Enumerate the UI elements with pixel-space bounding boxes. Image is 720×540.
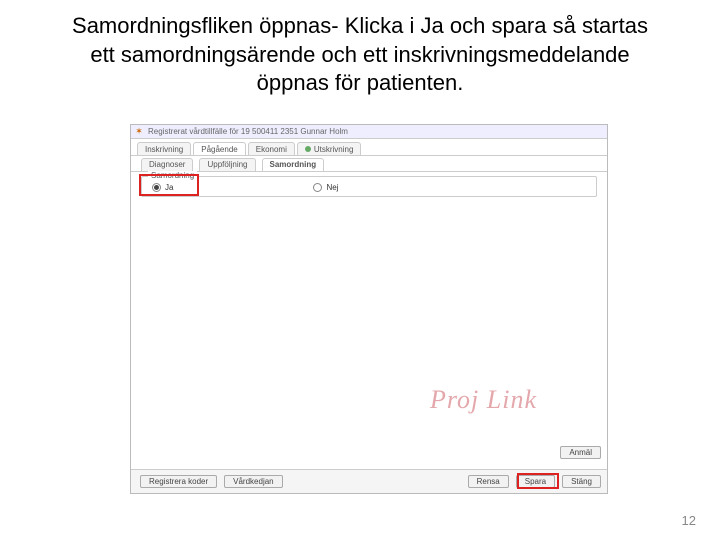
dot-icon xyxy=(305,146,311,152)
slide-title: Samordningsfliken öppnas- Klicka i Ja oc… xyxy=(0,0,720,106)
group-label: Samordning xyxy=(148,171,197,180)
watermark: Proj Link xyxy=(430,385,537,415)
rensa-button[interactable]: Rensa xyxy=(468,475,509,488)
tab-label: Pågående xyxy=(201,145,237,154)
stang-button[interactable]: Stäng xyxy=(562,475,601,488)
app-icon: ✶ xyxy=(134,127,144,137)
subtab-uppfoljning[interactable]: Uppföljning xyxy=(199,158,255,171)
side-button-area: Anmäl xyxy=(557,446,601,459)
tab-label: Inskrivning xyxy=(145,145,183,154)
tab-label: Ekonomi xyxy=(256,145,287,154)
tab-pagaende[interactable]: Pågående xyxy=(193,142,245,155)
app-window: ✶ Registrerat vårdtillfälle för 19 50041… xyxy=(130,124,608,494)
radio-nej[interactable]: Nej xyxy=(313,183,338,192)
footer-left: Registrera koder Vårdkedjan xyxy=(137,475,461,488)
radio-icon xyxy=(152,183,161,192)
primary-tabs: Inskrivning Pågående Ekonomi Utskrivning xyxy=(131,139,607,156)
footer-right: Rensa Spara Stäng xyxy=(465,475,601,488)
radio-ja[interactable]: Ja xyxy=(152,183,173,192)
tab-inskrivning[interactable]: Inskrivning xyxy=(137,142,191,155)
subtab-samordning[interactable]: Samordning xyxy=(262,158,325,171)
page-number: 12 xyxy=(682,513,696,528)
tab-label: Utskrivning xyxy=(314,145,354,154)
vardkedjan-button[interactable]: Vårdkedjan xyxy=(224,475,282,488)
spara-button[interactable]: Spara xyxy=(516,475,555,488)
anmal-button[interactable]: Anmäl xyxy=(560,446,601,459)
titlebar-text: Registrerat vårdtillfälle för 19 500411 … xyxy=(148,127,348,136)
registrera-koder-button[interactable]: Registrera koder xyxy=(140,475,217,488)
titlebar: ✶ Registrerat vårdtillfälle för 19 50041… xyxy=(131,125,607,139)
sub-tabs: Diagnoser Uppföljning Samordning xyxy=(131,156,607,172)
radio-label: Ja xyxy=(165,183,173,192)
tab-ekonomi[interactable]: Ekonomi xyxy=(248,142,295,155)
subtab-diagnoser[interactable]: Diagnoser xyxy=(141,158,193,171)
footer-bar: Registrera koder Vårdkedjan Rensa Spara … xyxy=(131,469,607,493)
tab-utskrivning[interactable]: Utskrivning xyxy=(297,142,362,155)
samordning-group: Samordning Ja Nej xyxy=(141,176,597,197)
radio-label: Nej xyxy=(326,183,338,192)
radio-icon xyxy=(313,183,322,192)
